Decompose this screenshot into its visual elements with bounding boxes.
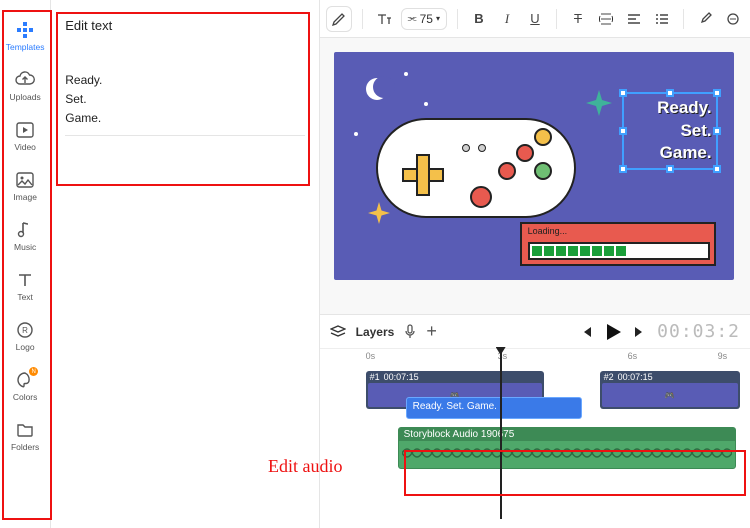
mic-icon[interactable] — [404, 324, 416, 340]
sidebar-item-label: Folders — [11, 442, 39, 452]
video-preview[interactable]: Loading... Ready. Set. Game. — [334, 52, 734, 280]
resize-handle[interactable] — [619, 89, 627, 97]
sidebar-item-music[interactable]: Music — [0, 218, 50, 254]
strike-button[interactable]: T — [567, 6, 589, 32]
sidebar-item-video[interactable]: Video — [0, 118, 50, 154]
edit-text-panel: Edit text Ready. Set. Game. — [51, 0, 319, 528]
video-clip-2[interactable]: #200:07:15 🎮 — [600, 371, 740, 409]
resize-handle[interactable] — [713, 165, 721, 173]
templates-icon — [15, 20, 35, 40]
list-button[interactable] — [651, 6, 673, 32]
resize-handle[interactable] — [666, 165, 674, 173]
controller-graphic — [376, 108, 576, 226]
folders-icon — [15, 420, 35, 440]
effects-button[interactable] — [722, 6, 744, 32]
moon-graphic — [366, 78, 388, 100]
sidebar-item-label: Video — [14, 142, 36, 152]
resize-handle[interactable] — [713, 89, 721, 97]
resize-handle[interactable] — [666, 89, 674, 97]
main-area: ⫘75▾ B I U T — [320, 0, 750, 528]
resize-handle[interactable] — [619, 127, 627, 135]
text-icon — [15, 270, 35, 290]
uploads-icon — [15, 70, 35, 90]
underline-button[interactable]: U — [524, 6, 546, 32]
sidebar-item-label: Uploads — [10, 92, 41, 102]
audio-clip[interactable]: Storyblock Audio 190675 — [398, 427, 736, 469]
playhead[interactable] — [500, 349, 502, 519]
eyedropper-button[interactable] — [694, 6, 716, 32]
font-size-input[interactable]: ⫘75▾ — [401, 8, 447, 30]
italic-button[interactable]: I — [496, 6, 518, 32]
sidebar-item-label: Image — [13, 192, 37, 202]
add-button[interactable]: + — [426, 321, 437, 342]
play-button[interactable] — [603, 322, 623, 342]
timeline[interactable]: 0s 3s 6s 9s #100:07:15 🎮 #200:07:15 🎮 Re… — [320, 348, 750, 528]
new-badge: N — [29, 367, 38, 376]
timeline-controls: Layers + 00:03:2 — [320, 314, 750, 348]
sidebar-item-colors[interactable]: N Colors — [0, 368, 50, 404]
loading-bar-graphic: Loading... — [520, 222, 716, 266]
resize-handle[interactable] — [713, 127, 721, 135]
resize-handle[interactable] — [619, 165, 627, 173]
font-family-button[interactable] — [373, 6, 395, 32]
svg-text:R: R — [22, 326, 28, 335]
canvas[interactable]: Loading... Ready. Set. Game. — [320, 38, 750, 314]
prev-button[interactable] — [579, 325, 593, 339]
music-icon — [15, 220, 35, 240]
waveform — [399, 441, 735, 465]
sidebar-item-uploads[interactable]: Uploads — [0, 68, 50, 104]
sidebar-item-label: Colors — [13, 392, 38, 402]
timecode: 00:03:2 — [657, 321, 740, 342]
sidebar-item-image[interactable]: Image — [0, 168, 50, 204]
next-button[interactable] — [633, 325, 647, 339]
sidebar-item-label: Text — [17, 292, 33, 302]
animate-button[interactable] — [326, 6, 352, 32]
layers-label[interactable]: Layers — [356, 325, 395, 339]
align-button[interactable] — [623, 6, 645, 32]
text-clip[interactable]: Ready. Set. Game. — [406, 397, 582, 419]
text-overlay-selection[interactable]: Ready. Set. Game. — [622, 92, 718, 170]
sidebar-item-templates[interactable]: Templates — [0, 18, 50, 54]
sidebar-item-folders[interactable]: Folders — [0, 418, 50, 454]
video-icon — [15, 120, 35, 140]
sidebar-item-logo[interactable]: R Logo — [0, 318, 50, 354]
sidebar-item-label: Logo — [16, 342, 35, 352]
sidebar-item-label: Templates — [6, 42, 45, 52]
colors-icon: N — [15, 370, 35, 390]
logo-icon: R — [15, 320, 35, 340]
sidebar: Templates Uploads Video Image Music Text… — [0, 0, 51, 528]
sidebar-item-label: Music — [14, 242, 36, 252]
bold-button[interactable]: B — [468, 6, 490, 32]
image-icon — [15, 170, 35, 190]
layers-icon[interactable] — [330, 325, 346, 339]
spacing-button[interactable] — [595, 6, 617, 32]
text-toolbar: ⫘75▾ B I U T — [320, 0, 750, 38]
sidebar-item-text[interactable]: Text — [0, 268, 50, 304]
panel-title: Edit text — [65, 18, 304, 33]
text-content[interactable]: Ready. Set. Game. — [65, 71, 304, 136]
sparkle-icon — [586, 90, 612, 116]
timeline-ruler[interactable]: 0s 3s 6s 9s — [320, 349, 750, 367]
